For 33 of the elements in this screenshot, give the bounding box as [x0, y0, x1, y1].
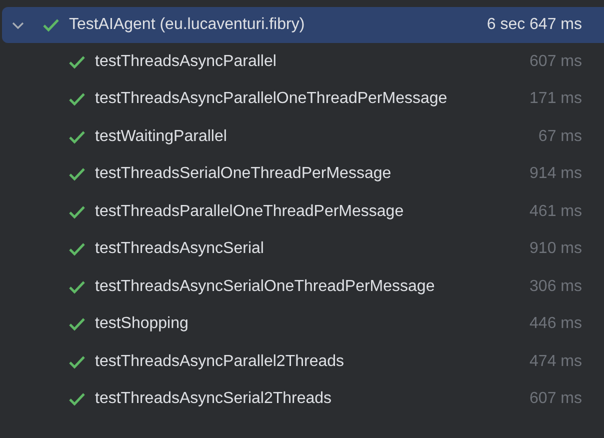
test-suite-row[interactable]: TestAIAgent (eu.lucaventuri.fibry) 6 sec 647 ms	[2, 7, 604, 43]
test-duration: 607 ms	[530, 52, 582, 71]
test-duration: 67 ms	[538, 128, 582, 146]
test-row[interactable]: testShopping 446 ms	[2, 306, 604, 343]
test-name: testThreadsAsyncParallelOneThreadPerMessage	[95, 90, 448, 108]
test-name: testShopping	[95, 315, 190, 334]
test-row[interactable]: testThreadsAsyncParallel 607 ms	[2, 43, 604, 80]
test-name: testThreadsAsyncSerial2Threads	[95, 390, 333, 408]
test-duration: 914 ms	[530, 165, 582, 184]
test-duration: 446 ms	[530, 315, 582, 334]
test-row[interactable]: testWaitingParallel 67 ms	[2, 118, 604, 156]
test-row[interactable]: testThreadsAsyncParallel2Threads 474 ms	[2, 343, 604, 380]
test-name: testThreadsAsyncSerialOneThreadPerMessage	[95, 278, 436, 296]
test-duration: 607 ms	[530, 390, 582, 408]
suite-duration: 6 sec 647 ms	[486, 16, 582, 34]
test-row[interactable]: testThreadsAsyncSerial2Threads 607 ms	[2, 380, 604, 418]
test-row[interactable]: testThreadsSerialOneThreadPerMessage 914 ms	[2, 156, 604, 193]
test-name: testWaitingParallel	[95, 128, 228, 146]
test-duration: 910 ms	[530, 240, 582, 258]
test-row[interactable]: testThreadsAsyncSerial 910 ms	[2, 230, 604, 268]
test-duration: 474 ms	[530, 352, 582, 371]
test-name: testThreadsAsyncParallel2Threads	[95, 352, 346, 371]
test-row[interactable]: testThreadsAsyncParallelOneThreadPerMessage 171 ms	[2, 80, 604, 118]
test-duration: 171 ms	[530, 90, 582, 108]
test-name: testThreadsSerialOneThreadPerMessage	[95, 165, 392, 184]
test-name: testThreadsAsyncParallel	[95, 52, 278, 71]
test-duration: 461 ms	[530, 202, 582, 221]
test-row[interactable]: testThreadsAsyncSerialOneThreadPerMessage 306 ms	[2, 268, 604, 306]
test-name: testThreadsParallelOneThreadPerMessage	[95, 202, 405, 221]
test-duration: 306 ms	[530, 278, 582, 296]
test-name: testThreadsAsyncSerial	[95, 240, 265, 258]
test-row[interactable]: testThreadsParallelOneThreadPerMessage 461 ms	[2, 193, 604, 230]
suite-name: TestAIAgent (eu.lucaventuri.fibry)	[69, 16, 306, 34]
